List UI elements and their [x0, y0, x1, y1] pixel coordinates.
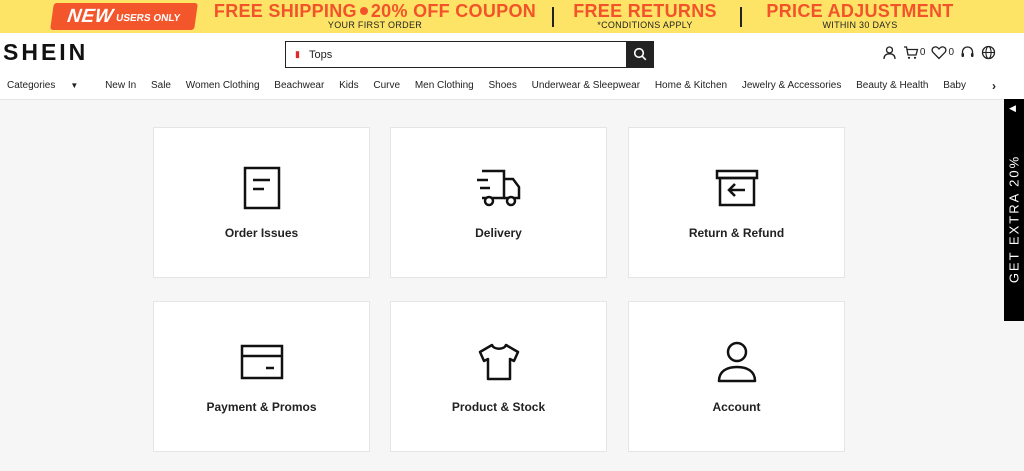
- cart-button[interactable]: 0: [903, 45, 926, 60]
- chevron-right-icon[interactable]: ›: [992, 79, 996, 93]
- heart-icon: [931, 46, 947, 60]
- nav-item[interactable]: Jewelry & Accessories: [742, 80, 841, 91]
- return-box-icon: [712, 164, 762, 212]
- shein-logo[interactable]: SHEIN: [3, 39, 88, 66]
- triangle-left-icon: ◀: [1009, 103, 1016, 113]
- site-header: SHEIN ▮ Tops 0 0: [0, 33, 1024, 73]
- promo-divider: [740, 7, 742, 27]
- trending-icon: ▮: [295, 49, 300, 59]
- nav-item[interactable]: Curve: [373, 80, 400, 91]
- nav-item[interactable]: Beachwear: [274, 80, 324, 91]
- separator-dot: [359, 6, 368, 15]
- category-nav: Categories ▼ New In Sale Women Clothing B…: [0, 73, 1024, 100]
- nav-item[interactable]: Underwear & Sleepwear: [532, 80, 640, 91]
- user-account-icon[interactable]: [882, 45, 897, 60]
- globe-icon[interactable]: [981, 45, 996, 60]
- header-icons: 0 0: [882, 45, 996, 60]
- search-input[interactable]: Tops: [309, 49, 626, 61]
- nav-item[interactable]: Men Clothing: [415, 80, 474, 91]
- nav-items: Categories ▼ New In Sale Women Clothing B…: [7, 80, 967, 96]
- nav-item[interactable]: Women Clothing: [186, 80, 260, 91]
- search-button[interactable]: [626, 40, 654, 68]
- price-adjustment-text: PRICE ADJUSTMENT: [766, 1, 954, 21]
- nav-item[interactable]: Sale: [151, 80, 171, 91]
- chevron-down-icon: ▼: [70, 81, 79, 90]
- card-return-refund[interactable]: Return & Refund: [628, 127, 845, 278]
- card-order-issues[interactable]: Order Issues: [153, 127, 370, 278]
- document-icon: [237, 164, 287, 212]
- card-label: Delivery: [475, 226, 522, 240]
- returns-subtext: *CONDITIONS APPLY: [597, 20, 693, 30]
- side-promo-tab[interactable]: ◀ GET EXTRA 20%: [1004, 99, 1024, 321]
- wishlist-count: 0: [948, 47, 954, 58]
- promo-banner[interactable]: NEW USERS ONLY FREE SHIPPING 20% OFF COUP…: [0, 0, 1024, 33]
- new-users-badge: NEW USERS ONLY: [50, 3, 198, 30]
- nav-categories-label: Categories: [7, 80, 56, 91]
- card-icon: [237, 338, 287, 386]
- nav-item[interactable]: Home & Kitchen: [655, 80, 727, 91]
- shipping-subtext: YOUR FIRST ORDER: [327, 20, 423, 30]
- promo-divider: [552, 7, 554, 27]
- side-promo-text: GET EXTRA 20%: [1006, 154, 1022, 284]
- search-icon: [633, 47, 647, 61]
- coupon-text: 20% OFF COUPON: [370, 1, 537, 21]
- nav-categories[interactable]: Categories ▼: [7, 80, 90, 91]
- cart-count: 0: [919, 47, 926, 58]
- card-label: Order Issues: [224, 226, 299, 240]
- card-label: Return & Refund: [688, 226, 785, 240]
- card-label: Payment & Promos: [206, 400, 317, 414]
- nav-item[interactable]: Baby & Maternity: [943, 80, 967, 91]
- search-bar[interactable]: ▮ Tops: [285, 40, 654, 68]
- card-payment-promos[interactable]: Payment & Promos: [153, 301, 370, 452]
- card-delivery[interactable]: Delivery: [390, 127, 607, 278]
- free-returns-text: FREE RETURNS: [573, 1, 717, 21]
- wishlist-button[interactable]: 0: [931, 45, 954, 60]
- card-label: Account: [712, 400, 761, 414]
- returns-promo: FREE RETURNS *CONDITIONS APPLY: [568, 2, 722, 30]
- shipping-promo: FREE SHIPPING 20% OFF COUPON YOUR FIRST O…: [212, 2, 538, 30]
- truck-icon: [474, 164, 524, 212]
- price-subtext: WITHIN 30 DAYS: [822, 20, 898, 30]
- free-shipping-text: FREE SHIPPING: [213, 1, 357, 21]
- tshirt-icon: [474, 338, 524, 386]
- nav-item[interactable]: Shoes: [489, 80, 517, 91]
- users-only-label: USERS ONLY: [115, 13, 181, 24]
- card-account[interactable]: Account: [628, 301, 845, 452]
- nav-item[interactable]: Beauty & Health: [856, 80, 928, 91]
- card-label: Product & Stock: [451, 400, 546, 414]
- support-headset-icon[interactable]: [960, 45, 975, 60]
- card-product-stock[interactable]: Product & Stock: [390, 301, 607, 452]
- price-promo: PRICE ADJUSTMENT WITHIN 30 DAYS: [758, 2, 962, 30]
- cart-icon: [903, 46, 919, 59]
- nav-item[interactable]: New In: [105, 80, 136, 91]
- nav-item[interactable]: Kids: [339, 80, 358, 91]
- user-icon: [712, 338, 762, 386]
- new-label: NEW: [66, 5, 115, 27]
